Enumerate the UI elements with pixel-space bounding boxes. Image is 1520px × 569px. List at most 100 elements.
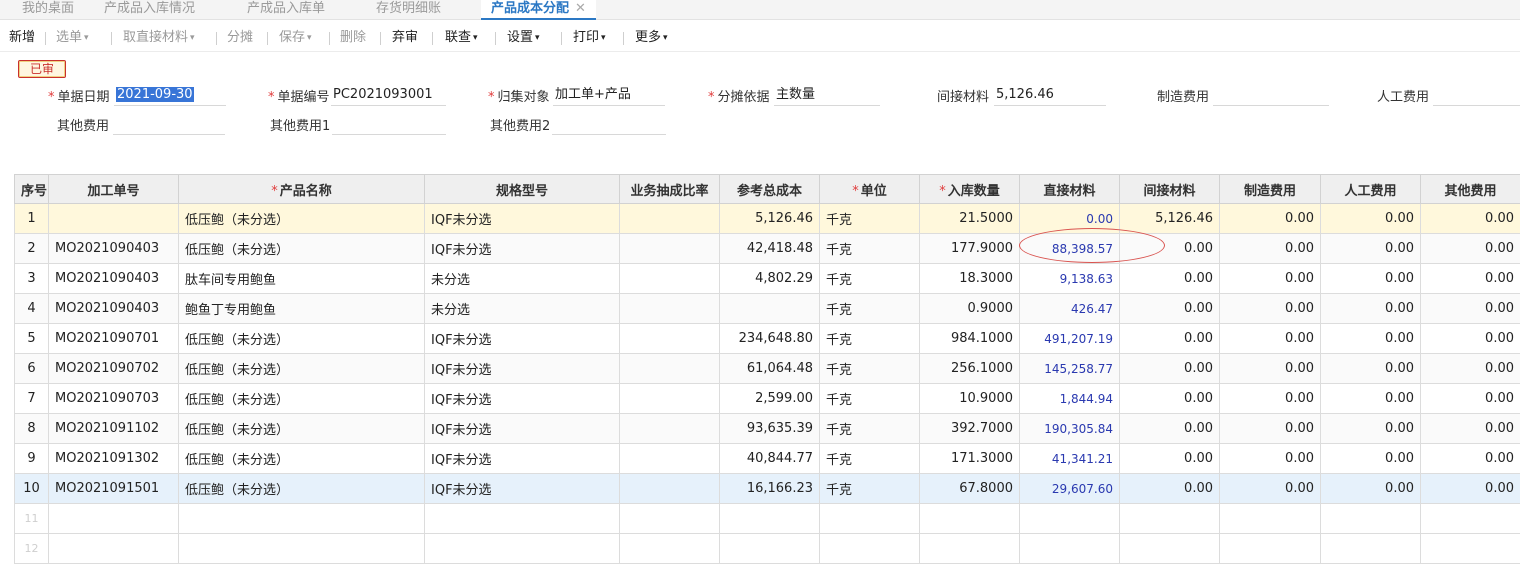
direct-material-cell[interactable]: 190,305.84 xyxy=(1019,413,1120,444)
ref-total-cost-cell[interactable] xyxy=(719,293,820,324)
product-name-cell[interactable]: 低压鲍（未分选） xyxy=(178,233,425,264)
mfg-expense-cell[interactable]: 0.00 xyxy=(1219,203,1321,234)
spec-cell[interactable]: IQF未分选 xyxy=(424,323,620,354)
other-expense-cell[interactable]: 0.00 xyxy=(1420,233,1520,264)
seq-cell[interactable]: 9 xyxy=(14,443,49,474)
labor-cost-cell[interactable]: 0.00 xyxy=(1320,443,1421,474)
commission-rate-cell[interactable] xyxy=(619,413,720,444)
other-expense-cell[interactable]: 0.00 xyxy=(1420,323,1520,354)
print-button[interactable]: 打印 ▾ xyxy=(573,29,606,47)
column-header-unit[interactable]: * 单位 xyxy=(819,174,920,204)
work-order-cell[interactable]: MO2021091302 xyxy=(48,443,179,474)
work-order-cell[interactable]: MO2021090702 xyxy=(48,353,179,384)
indirect-material-cell[interactable]: 0.00 xyxy=(1119,413,1220,444)
labor-cost-cell[interactable]: 0.00 xyxy=(1320,323,1421,354)
direct-material-cell[interactable]: 1,844.94 xyxy=(1019,383,1120,414)
product-name-cell[interactable]: 低压鲍（未分选） xyxy=(178,383,425,414)
delete-button[interactable]: 删除 xyxy=(340,29,366,47)
tab-finished-goods-receipt-status[interactable]: 产成品入库情况 xyxy=(104,0,195,20)
column-header-ref-total-cost[interactable]: 参考总成本 xyxy=(719,174,820,204)
table-row[interactable]: 4 MO2021090403 鲍鱼丁专用鲍鱼 未分选 千克 0.9000 426.47 0.0… xyxy=(14,293,1520,324)
work-order-cell[interactable]: MO2021090403 xyxy=(48,263,179,294)
tab-my-desktop[interactable]: 我的桌面 xyxy=(22,0,74,20)
tab-product-cost-allocation[interactable]: 产品成本分配 ✕ xyxy=(481,0,596,20)
empty-cell[interactable] xyxy=(1019,503,1120,534)
commission-rate-cell[interactable] xyxy=(619,473,720,504)
empty-cell[interactable] xyxy=(178,503,425,534)
receipt-qty-cell[interactable]: 0.9000 xyxy=(919,293,1020,324)
empty-cell[interactable] xyxy=(1420,503,1520,534)
seq-cell[interactable]: 5 xyxy=(14,323,49,354)
indirect-material-cell[interactable]: 5,126.46 xyxy=(1119,203,1220,234)
column-header-commission-rate[interactable]: 业务抽成比率 xyxy=(619,174,720,204)
indirect-material-cell[interactable]: 0.00 xyxy=(1119,473,1220,504)
work-order-cell[interactable]: MO2021091501 xyxy=(48,473,179,504)
product-name-cell[interactable]: 低压鲍（未分选） xyxy=(178,443,425,474)
direct-material-cell[interactable]: 145,258.77 xyxy=(1019,353,1120,384)
commission-rate-cell[interactable] xyxy=(619,353,720,384)
commission-rate-cell[interactable] xyxy=(619,323,720,354)
product-name-cell[interactable]: 鲍鱼丁专用鲍鱼 xyxy=(178,293,425,324)
receipt-qty-cell[interactable]: 171.3000 xyxy=(919,443,1020,474)
close-icon[interactable]: ✕ xyxy=(575,1,586,16)
more-button[interactable]: 更多 ▾ xyxy=(635,29,668,47)
commission-rate-cell[interactable] xyxy=(619,443,720,474)
unit-cell[interactable]: 千克 xyxy=(819,323,920,354)
ref-total-cost-cell[interactable]: 234,648.80 xyxy=(719,323,820,354)
allocate-button[interactable]: 分摊 xyxy=(227,29,253,47)
product-name-cell[interactable]: 低压鲍（未分选） xyxy=(178,323,425,354)
receipt-qty-cell[interactable]: 984.1000 xyxy=(919,323,1020,354)
empty-cell[interactable] xyxy=(1320,533,1421,564)
seq-cell[interactable]: 1 xyxy=(14,203,49,234)
labor-cost-cell[interactable]: 0.00 xyxy=(1320,263,1421,294)
empty-table-row[interactable]: 12 xyxy=(14,533,1520,564)
empty-cell[interactable] xyxy=(1219,503,1321,534)
seq-cell[interactable]: 12 xyxy=(14,533,49,564)
direct-material-cell[interactable]: 491,207.19 xyxy=(1019,323,1120,354)
labor-cost-cell[interactable]: 0.00 xyxy=(1320,293,1421,324)
spec-cell[interactable]: IQF未分选 xyxy=(424,443,620,474)
unit-cell[interactable]: 千克 xyxy=(819,293,920,324)
indirect-material-cell[interactable]: 0.00 xyxy=(1119,383,1220,414)
table-row[interactable]: 2 MO2021090403 低压鲍（未分选） IQF未分选 42,418.48 千克 17… xyxy=(14,233,1520,264)
other-expense-cell[interactable]: 0.00 xyxy=(1420,203,1520,234)
mfg-expense-cell[interactable]: 0.00 xyxy=(1219,233,1321,264)
new-button[interactable]: 新增 xyxy=(9,29,35,47)
column-header-mfg-expense[interactable]: 制造费用 xyxy=(1219,174,1321,204)
alloc-basis-input[interactable]: 主数量 xyxy=(774,86,880,106)
empty-cell[interactable] xyxy=(619,533,720,564)
seq-cell[interactable]: 7 xyxy=(14,383,49,414)
column-header-direct-material[interactable]: 直接材料 xyxy=(1019,174,1120,204)
commission-rate-cell[interactable] xyxy=(619,383,720,414)
other-expense-cell[interactable]: 0.00 xyxy=(1420,413,1520,444)
spec-cell[interactable]: 未分选 xyxy=(424,263,620,294)
indirect-material-cell[interactable]: 0.00 xyxy=(1119,233,1220,264)
mfg-expense-cell[interactable]: 0.00 xyxy=(1219,263,1321,294)
work-order-cell[interactable] xyxy=(48,203,179,234)
column-header-product-name[interactable]: * 产品名称 xyxy=(178,174,425,204)
ref-total-cost-cell[interactable]: 93,635.39 xyxy=(719,413,820,444)
column-header-spec[interactable]: 规格型号 xyxy=(424,174,620,204)
mfg-expense-input[interactable] xyxy=(1213,86,1329,106)
spec-cell[interactable]: IQF未分选 xyxy=(424,353,620,384)
receipt-qty-cell[interactable]: 392.7000 xyxy=(919,413,1020,444)
table-row[interactable]: 10 MO2021091501 低压鲍（未分选） IQF未分选 16,166.23 千克 6… xyxy=(14,473,1520,504)
product-name-cell[interactable]: 低压鲍（未分选） xyxy=(178,473,425,504)
seq-cell[interactable]: 2 xyxy=(14,233,49,264)
empty-cell[interactable] xyxy=(48,503,179,534)
ref-total-cost-cell[interactable]: 5,126.46 xyxy=(719,203,820,234)
empty-cell[interactable] xyxy=(819,503,920,534)
empty-cell[interactable] xyxy=(819,533,920,564)
ref-total-cost-cell[interactable]: 4,802.29 xyxy=(719,263,820,294)
settings-button[interactable]: 设置 ▾ xyxy=(507,29,540,47)
seq-cell[interactable]: 6 xyxy=(14,353,49,384)
column-header-receipt-qty[interactable]: * 入库数量 xyxy=(919,174,1020,204)
ref-total-cost-cell[interactable]: 61,064.48 xyxy=(719,353,820,384)
work-order-cell[interactable]: MO2021090701 xyxy=(48,323,179,354)
product-name-cell[interactable]: 低压鲍（未分选） xyxy=(178,203,425,234)
indirect-material-cell[interactable]: 0.00 xyxy=(1119,353,1220,384)
spec-cell[interactable]: IQF未分选 xyxy=(424,473,620,504)
table-row[interactable]: 3 MO2021090403 肽车间专用鲍鱼 未分选 4,802.29 千克 18.3000… xyxy=(14,263,1520,294)
tab-inventory-detail-ledger[interactable]: 存货明细账 xyxy=(376,0,441,20)
spec-cell[interactable]: IQF未分选 xyxy=(424,383,620,414)
